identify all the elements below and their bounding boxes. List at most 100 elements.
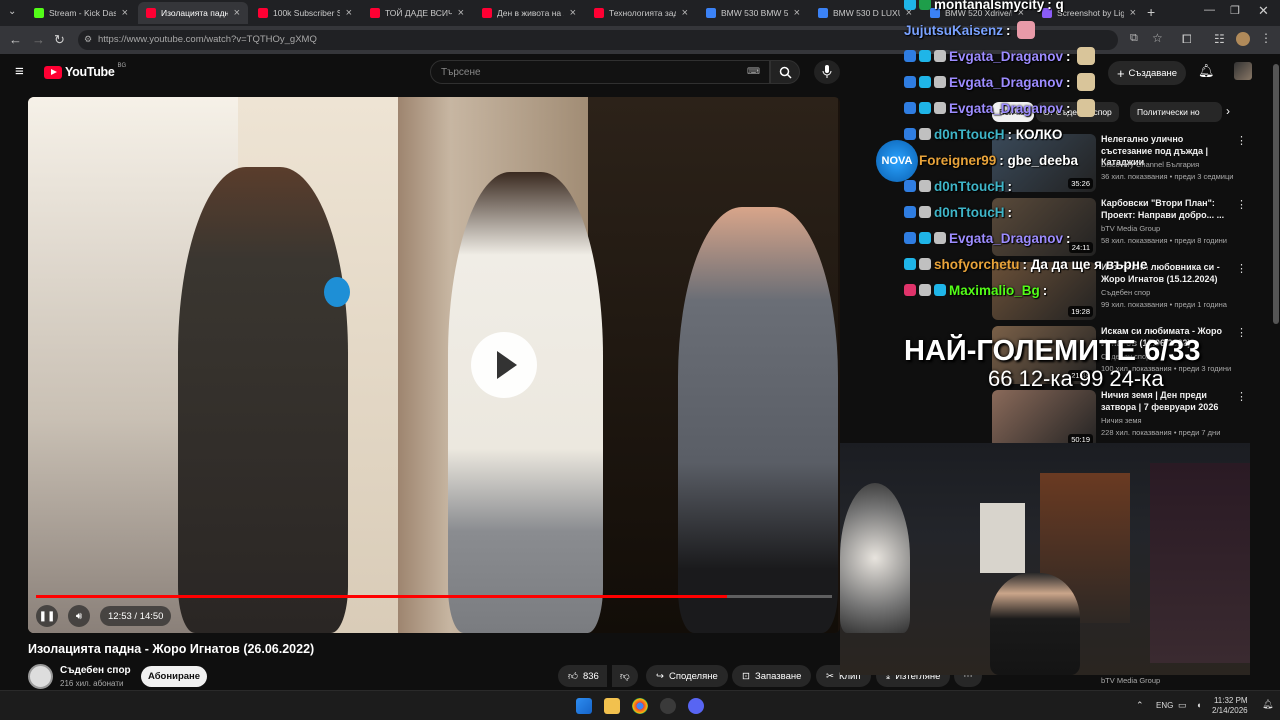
tab-title: BMW 530 D LUXURY	[833, 8, 900, 18]
chip-political[interactable]: Политически но	[1130, 102, 1222, 122]
youtube-logo[interactable]: YouTube BG	[44, 63, 126, 79]
chat-message: shofyorchetu: Да да ще я върне	[904, 254, 1147, 274]
taskbar-clock[interactable]: 11:32 PM 2/14/2026	[1212, 696, 1248, 716]
save-button[interactable]: ⊡ Запазване	[732, 665, 812, 687]
chat-message: Foreigner99: gbe_deeba	[904, 150, 1078, 170]
recommended-title[interactable]: Ничия земя | Ден преди затвора | 7 февру…	[1101, 390, 1233, 413]
minimize-icon[interactable]: —	[1204, 4, 1215, 16]
volume-button[interactable]: 🔊︎	[68, 605, 90, 627]
extensions-icon[interactable]: ⧠	[1182, 32, 1192, 47]
close-window-icon[interactable]: ✕	[1258, 3, 1269, 19]
browser-tab[interactable]: Изолацията падна ×	[138, 2, 248, 24]
chat-username: Maximalio_Bg	[949, 282, 1040, 298]
create-button[interactable]: + Създаване	[1108, 61, 1186, 85]
browser-tab[interactable]: BMW 530 BMW 530 ×	[698, 2, 808, 24]
tray-chevron-icon[interactable]: ⌃	[1136, 700, 1144, 711]
tab-favicon-icon	[482, 8, 492, 18]
nova-logo: NOVA	[876, 140, 918, 182]
obs-icon[interactable]	[660, 698, 676, 714]
share-button[interactable]: ↪ Споделяне	[646, 665, 728, 687]
notifications-bell-icon[interactable]: 🔔︎	[1198, 63, 1215, 79]
tab-close-icon[interactable]: ×	[234, 7, 240, 19]
tab-close-icon[interactable]: ×	[122, 7, 128, 19]
recommended-channel[interactable]: Ничия земя	[1101, 416, 1142, 425]
video-duration: 35:26	[1068, 178, 1093, 189]
tab-close-icon[interactable]: ×	[570, 7, 576, 19]
center-play-button[interactable]	[471, 332, 537, 398]
page-scrollbar[interactable]	[1272, 54, 1280, 690]
more-options-icon[interactable]: ⋮	[1236, 134, 1247, 147]
chat-badge-icon	[904, 76, 916, 88]
more-options-icon[interactable]: ⋮	[1236, 390, 1247, 403]
profile-avatar[interactable]	[1236, 32, 1250, 46]
browser-tab[interactable]: Stream - Kick Dashb ×	[26, 2, 136, 24]
notification-center-icon[interactable]: 🔔︎	[1262, 699, 1273, 710]
tab-search-icon[interactable]: ⌄	[8, 6, 16, 17]
chat-message: Evgata_Draganov:	[904, 46, 1095, 66]
search-button[interactable]	[770, 60, 800, 84]
recommended-video[interactable]: 50:19 Ничия земя | Ден преди затвора | 7 …	[992, 390, 1250, 450]
more-options-icon[interactable]: ⋮	[1236, 326, 1247, 339]
webcam-car	[1150, 463, 1250, 663]
video-progress-bar[interactable]	[36, 595, 832, 598]
back-icon[interactable]: ←	[9, 32, 22, 47]
channel-name[interactable]: Съдебен спор	[60, 665, 131, 676]
recommended-channel[interactable]: Съдебен спор	[1101, 288, 1150, 297]
forward-icon[interactable]: →	[32, 32, 45, 47]
play-pause-button[interactable]: ❚❚	[36, 605, 58, 627]
bookmark-icon: ⊡	[742, 670, 750, 682]
chat-badge-icon	[904, 128, 916, 140]
tab-close-icon[interactable]: ×	[346, 7, 352, 19]
chat-username: Evgata_Draganov	[949, 230, 1064, 246]
search-input[interactable]: Търсене ⌨	[430, 60, 770, 84]
keyboard-icon[interactable]: ⌨	[747, 66, 760, 77]
recommended-channel[interactable]: bTV Media Group	[1101, 224, 1160, 233]
recommended-channel[interactable]: Discovery Channel България	[1101, 160, 1199, 169]
chip-next-icon[interactable]: ›	[1226, 104, 1230, 118]
channel-avatar[interactable]	[28, 664, 53, 689]
browser-tab[interactable]: Технологията зад U ×	[586, 2, 696, 24]
video-player[interactable]: ❚❚ 🔊︎ 12:53 / 14:50	[28, 97, 840, 633]
chat-username: Foreigner99	[919, 152, 997, 168]
account-avatar[interactable]	[1234, 62, 1252, 80]
create-label: Създаване	[1128, 67, 1178, 79]
discord-icon[interactable]	[688, 698, 704, 714]
site-info-icon[interactable]: ⚙	[84, 34, 92, 45]
browser-tab[interactable]: 100k Subscriber Spe ×	[250, 2, 360, 24]
tab-title: Ден в живота на 22	[497, 8, 564, 18]
reload-icon[interactable]: ↻	[54, 32, 65, 48]
scrollbar-thumb[interactable]	[1273, 64, 1279, 324]
speaker-icon[interactable]: ◖	[1196, 700, 1201, 710]
network-icon[interactable]: ▭	[1178, 700, 1187, 711]
file-explorer-icon[interactable]	[604, 698, 620, 714]
browser-tab[interactable]: ТОЙ ДАДЕ ВСИЧКО ×	[362, 2, 472, 24]
maximize-icon[interactable]: ❐	[1230, 4, 1240, 17]
chat-badge-icon	[919, 102, 931, 114]
browser-tab[interactable]: Ден в живота на 22 ×	[474, 2, 584, 24]
voice-search-button[interactable]	[814, 60, 840, 84]
recommended-thumbnail[interactable]: 50:19	[992, 390, 1096, 448]
more-options-icon[interactable]: ⋮	[1236, 198, 1247, 211]
dislike-button[interactable]: 👎︎	[612, 665, 638, 687]
tab-close-icon[interactable]: ×	[794, 7, 800, 19]
new-tab-icon[interactable]: +	[1147, 4, 1155, 20]
recommended-title[interactable]: Карбовски "Втори План": Проект: Направи …	[1101, 198, 1233, 221]
windows-start-icon[interactable]	[576, 698, 592, 714]
bookmark-star-icon[interactable]: ☆	[1152, 31, 1163, 45]
install-app-icon[interactable]: ⧉	[1130, 32, 1138, 45]
chrome-icon[interactable]	[632, 698, 648, 714]
like-button[interactable]: 👍︎ 836	[558, 665, 607, 687]
recommended-meta: 36 хил. показвания • преди 3 седмици	[1101, 172, 1234, 181]
browser-menu-icon[interactable]: ⋮	[1260, 31, 1272, 45]
language-indicator[interactable]: ENG	[1156, 701, 1173, 710]
more-options-icon[interactable]: ⋮	[1236, 262, 1247, 275]
microphone-icon	[822, 65, 832, 78]
tab-close-icon[interactable]: ×	[682, 7, 688, 19]
tab-close-icon[interactable]: ×	[458, 7, 464, 19]
menu-icon[interactable]: ≡	[15, 63, 24, 80]
chat-text: :	[1007, 204, 1013, 220]
sidebar-icon[interactable]: ☷	[1214, 32, 1225, 46]
clock-time: 11:32 PM	[1213, 696, 1248, 705]
tab-close-icon[interactable]: ×	[1130, 7, 1136, 19]
subscribe-button[interactable]: Абониране	[141, 666, 207, 687]
